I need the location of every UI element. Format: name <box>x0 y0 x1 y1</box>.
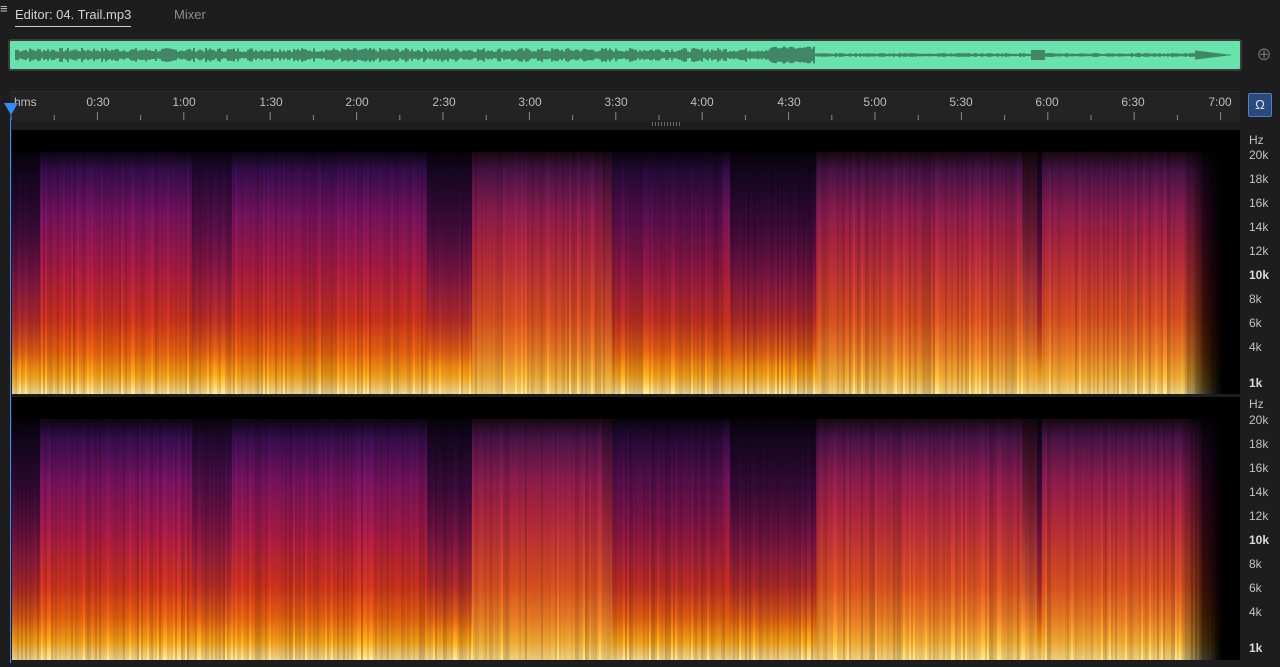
frequency-scale-left[interactable]: Hz 20k 18k 16k 14k 12k 10k 8k 6k 4k 1k <box>1240 130 1280 394</box>
hz-label: 4k <box>1249 605 1262 619</box>
hz-unit-label: Hz <box>1249 133 1264 147</box>
spectrogram-channel-left[interactable] <box>12 130 1240 394</box>
hz-label: 1k <box>1249 641 1263 655</box>
overview-waveform-graphic <box>15 46 1231 64</box>
hz-label: 10k <box>1249 268 1270 282</box>
hz-label: 14k <box>1249 220 1269 234</box>
spectrogram-texture <box>12 150 1239 394</box>
hz-label: 20k <box>1249 148 1269 162</box>
ruler-label: 7:00 <box>1208 95 1232 109</box>
hz-label: 14k <box>1249 485 1269 499</box>
tab-editor[interactable]: Editor: 04. Trail.mp3 <box>15 7 132 27</box>
tab-bar: Editor: 04. Trail.mp3 ≡ Mixer <box>0 0 1280 32</box>
ruler-label: 6:00 <box>1035 95 1059 109</box>
overview-waveform[interactable] <box>8 39 1242 71</box>
hz-label: 6k <box>1249 581 1262 595</box>
spectrogram-texture <box>12 417 1239 660</box>
ruler-label: 1:00 <box>172 95 196 109</box>
hz-label: 8k <box>1249 292 1262 306</box>
hz-label: 4k <box>1249 340 1262 354</box>
ruler-label: 6:30 <box>1121 95 1145 109</box>
ruler-label: 4:30 <box>777 95 801 109</box>
playhead-marker[interactable] <box>4 103 18 115</box>
hz-label: 8k <box>1249 557 1262 571</box>
tab-mixer[interactable]: Mixer <box>174 7 206 22</box>
ruler-label: 5:30 <box>949 95 973 109</box>
panel-resize-handle[interactable] <box>652 122 680 126</box>
hz-label: 18k <box>1249 437 1269 451</box>
zoom-navigator-icon[interactable]: ⊕ <box>1254 44 1274 64</box>
hz-label: 1k <box>1249 376 1263 390</box>
hz-label: 10k <box>1249 533 1270 547</box>
hz-label: 12k <box>1249 509 1269 523</box>
spectrogram-top-band <box>12 397 1240 419</box>
ruler-label: 5:00 <box>863 95 887 109</box>
hz-unit-label: Hz <box>1249 397 1264 411</box>
spectrogram-end <box>1180 130 1240 394</box>
headphones-icon[interactable]: Ω <box>1248 93 1272 117</box>
spectrogram-end <box>1180 397 1240 660</box>
spectrogram-channel-right[interactable] <box>12 397 1240 660</box>
ruler-label: 2:30 <box>432 95 456 109</box>
time-ruler[interactable]: hms 0:30 1:00 1:30 2:00 2:30 3:00 3:30 4… <box>10 91 1240 121</box>
hz-label: 6k <box>1249 316 1262 330</box>
ruler-label: 1:30 <box>259 95 283 109</box>
playhead-line <box>10 118 11 663</box>
spectrogram-top-band <box>12 130 1240 152</box>
hz-label: 12k <box>1249 244 1269 258</box>
panel-menu-icon[interactable]: ≡ <box>0 1 8 16</box>
hz-label: 16k <box>1249 461 1269 475</box>
ruler-label: 0:30 <box>86 95 110 109</box>
ruler-label: 3:30 <box>604 95 628 109</box>
frequency-scale-right[interactable]: Hz 20k 18k 16k 14k 12k 10k 8k 6k 4k 1k <box>1240 397 1280 660</box>
ruler-label: 2:00 <box>345 95 369 109</box>
hz-label: 18k <box>1249 172 1269 186</box>
hz-label: 20k <box>1249 413 1269 427</box>
ruler-label: 4:00 <box>690 95 714 109</box>
hz-label: 16k <box>1249 196 1269 210</box>
ruler-label: 3:00 <box>518 95 542 109</box>
